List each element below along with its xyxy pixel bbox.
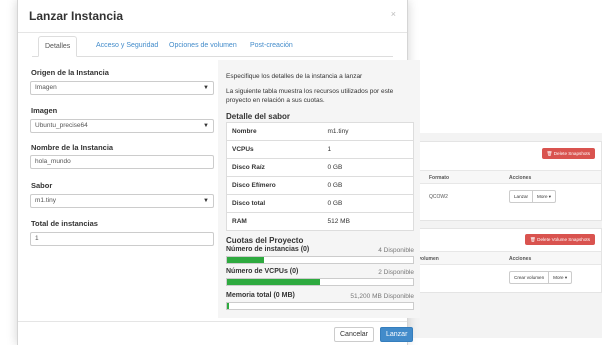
quota-instances-bar [226,256,414,264]
column-header-actions: Acciones [509,175,532,181]
image-select[interactable]: Ubuntu_precise64 ▼ [30,119,214,133]
table-row: RAM 512 MB [226,212,414,231]
tab-post-creation[interactable]: Post-creación [244,36,299,57]
launch-instance-modal: Lanzar Instancia × Detalles Acceso y Seg… [17,0,420,345]
trash-icon: 🗑 [546,151,553,156]
flavor-key: RAM [226,212,323,231]
create-volume-button[interactable]: Crear volumen [510,272,548,283]
flavor-value: 0 GB [322,158,414,177]
flavor-select[interactable]: m1.tiny ▼ [30,194,214,208]
quota-fill [227,257,265,263]
quota-vcpus-available: 2 Disponible [378,269,414,276]
flavor-key: Disco total [226,194,323,213]
delete-volume-snapshots-button[interactable]: 🗑 Delete Volume Snapshots [525,234,595,245]
instance-source-select[interactable]: Imagen ▼ [30,81,214,95]
flavor-key: Nombre [226,122,323,141]
table-row: Disco Efímero 0 GB [226,176,414,195]
tab-details[interactable]: Detalles [38,36,78,57]
flavor-value: m1.tiny [322,122,414,141]
more-dropdown[interactable]: More ▾ [548,272,571,283]
flavor-key: VCPUs [226,140,323,159]
delete-snapshots-button[interactable]: 🗑 Delete Snapshots [541,148,595,159]
quota-vcpus-bar [226,278,414,286]
instance-name-input[interactable]: hola_mundo [30,155,214,169]
flavor-details-heading: Detalle del sabor [226,112,291,121]
trash-icon: 🗑 [530,237,536,242]
row-actions: Lanzar More ▾ [509,190,557,203]
tab-access-security[interactable]: Acceso y Seguridad [90,36,164,57]
row-actions: Crear volumen More ▾ [509,271,573,284]
flavor-details-table: Nombre m1.tiny VCPUs 1 Disco Raíz 0 GB D… [226,122,414,231]
quota-memory-bar [226,302,414,310]
table-row: Nombre m1.tiny [226,122,414,141]
table-row: Disco Raíz 0 GB [226,158,414,177]
instance-count-label: Total de instancias [31,219,98,228]
flavor-label: Sabor [31,181,53,190]
instance-count-input[interactable]: 1 [30,232,214,246]
quota-memory-label: Memoria total (0 MB) [226,292,295,299]
info-description: La siguiente tabla muestra los recursos … [226,88,394,104]
column-header-format: Formato [429,175,449,181]
info-intro: Especifique los detalles de la instancia… [226,73,363,80]
flavor-value: 512 MB [322,212,414,231]
project-quotas-heading: Cuotas del Proyecto [226,236,304,245]
table-row: VCPUs 1 [226,140,414,159]
quota-instances-available: 4 Disponible [378,247,414,254]
modal-title: Lanzar Instancia [29,9,124,23]
close-icon[interactable]: × [391,9,396,19]
quota-vcpus-label: Número de VCPUs (0) [226,268,299,275]
format-cell: QCOW2 [429,194,448,200]
flavor-key: Disco Raíz [226,158,323,177]
modal-footer: Cancelar Lanzar [18,321,414,345]
caret-down-icon: ▼ [203,85,209,91]
caret-down-icon: ▼ [203,123,209,129]
cancel-button[interactable]: Cancelar [334,327,375,342]
quota-fill [227,279,320,285]
instance-name-label: Nombre de la Instancia [31,143,114,152]
instance-source-label: Origen de la Instancia [31,68,109,77]
launch-button[interactable]: Lanzar [380,327,414,342]
modal-header: Lanzar Instancia × [18,0,407,33]
tab-bar: Detalles Acceso y Seguridad Opciones de … [32,36,393,57]
quota-fill [227,303,229,309]
launch-button[interactable]: Lanzar [510,191,532,202]
image-label: Imagen [31,106,58,115]
info-pane: Especifique los detalles de la instancia… [218,60,420,318]
flavor-value: 0 GB [322,176,414,195]
flavor-value: 1 [322,140,414,159]
flavor-key: Disco Efímero [226,176,323,195]
column-header-actions: Acciones [509,256,532,262]
caret-down-icon: ▼ [203,198,209,204]
flavor-value: 0 GB [322,194,414,213]
tab-volume-options[interactable]: Opciones de volumen [163,36,243,57]
quota-memory-available: 51,200 MB Disponible [350,293,414,300]
table-row: Disco total 0 GB [226,194,414,213]
more-dropdown[interactable]: More ▾ [532,191,555,202]
quota-instances-label: Número de instancias (0) [226,246,310,253]
